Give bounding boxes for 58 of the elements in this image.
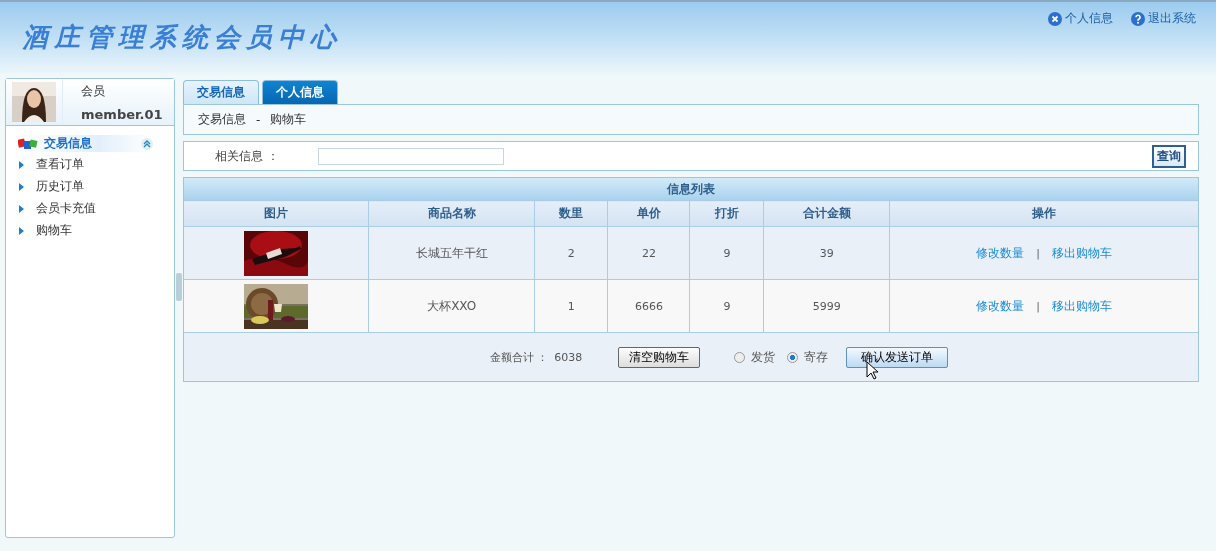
cards-icon (18, 137, 40, 150)
radio-label: 发货 (751, 348, 776, 366)
confirm-order-button[interactable]: 确认发送订单 (846, 346, 949, 368)
column-header: 图片 (184, 200, 369, 227)
field-label: 相关信息 ： (214, 147, 279, 165)
total-amount: 39 (819, 246, 834, 260)
search-field[interactable] (318, 147, 504, 165)
sidebar-item[interactable]: 历史订单 (6, 176, 174, 198)
breadcrumb-item: 交易信息 (198, 111, 246, 128)
action-link[interactable]: 移出购物车 (1051, 245, 1112, 260)
member-role: 会员 (81, 82, 106, 100)
breadcrumb-separator: - (256, 112, 261, 127)
discount: 9 (723, 299, 731, 313)
product-name: 长城五年干红 (415, 245, 488, 260)
username: member.01 (81, 106, 163, 122)
header-link[interactable]: 退出系统 (1131, 10, 1196, 27)
discount: 9 (723, 246, 731, 260)
unit-price: 6666 (634, 299, 663, 313)
help-icon (1131, 11, 1145, 26)
total-value: 6038 (554, 350, 583, 364)
app-title: 酒庄管理系统会员中心 (22, 21, 342, 54)
radio-label: 寄存 (804, 348, 829, 366)
tab[interactable]: 个人信息 (262, 80, 338, 104)
total-label: 金额合计 ： (489, 349, 549, 365)
action-separator: | (1036, 246, 1040, 260)
sidebar-item[interactable]: 购物车 (6, 220, 174, 242)
sidebar-item[interactable]: 会员卡充值 (6, 198, 174, 220)
search-button[interactable]: 查询 (1152, 144, 1186, 168)
action-link[interactable]: 修改数量 (976, 245, 1025, 260)
radio-button[interactable] (734, 351, 746, 363)
clear-cart-button[interactable]: 清空购物车 (618, 346, 701, 368)
column-header: 数里 (534, 200, 608, 227)
triangle-icon (19, 160, 24, 169)
quantity: 1 (567, 299, 575, 313)
action-link[interactable]: 移出购物车 (1051, 298, 1112, 313)
action-link[interactable]: 修改数量 (976, 298, 1025, 313)
close-icon (1048, 11, 1062, 26)
triangle-icon (19, 204, 24, 213)
radio-button[interactable] (787, 351, 799, 363)
product-name: 大杯XXO (427, 298, 477, 313)
sidebar-item[interactable]: 查看订单 (6, 154, 174, 176)
quantity: 2 (567, 246, 575, 260)
column-header: 合计金额 (763, 200, 890, 227)
breadcrumb-item: 购物车 (270, 111, 307, 128)
column-header: 打折 (689, 200, 764, 227)
triangle-icon (19, 182, 24, 191)
column-header: 单价 (607, 200, 690, 227)
tab[interactable]: 交易信息 (183, 80, 259, 104)
table-title: 信息列表 (184, 178, 1198, 200)
unit-price: 22 (641, 246, 656, 260)
total-amount: 5999 (812, 299, 841, 313)
collapse-handle[interactable] (176, 273, 182, 301)
column-header: 商品名称 (368, 200, 535, 227)
action-separator: | (1036, 299, 1040, 313)
collapse-icon[interactable] (141, 137, 153, 150)
column-header: 操作 (889, 200, 1198, 227)
triangle-icon (19, 226, 24, 235)
header-link[interactable]: 个人信息 (1048, 10, 1113, 27)
